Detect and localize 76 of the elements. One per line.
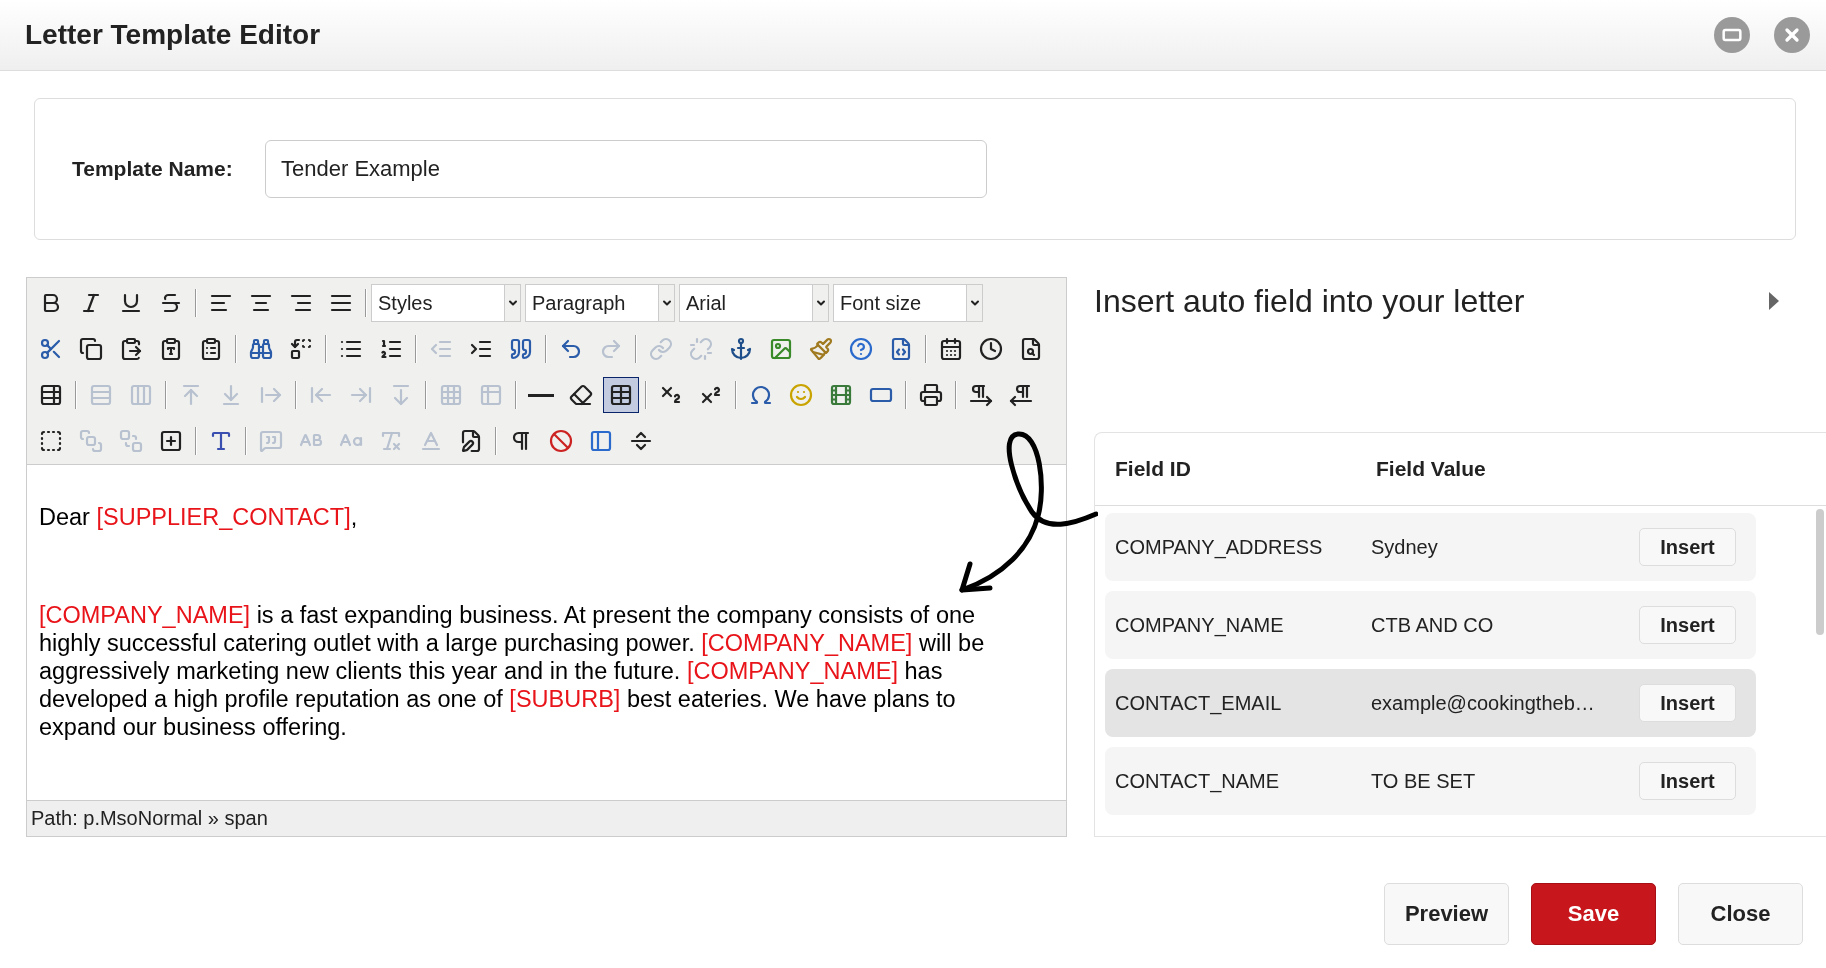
field-row[interactable]: COMPANY_ADDRESS Sydney Insert [1105, 513, 1756, 581]
element-path: Path: p.MsoNormal » span [27, 800, 1066, 836]
link-icon [649, 337, 673, 361]
table-cell-text: COMPANY_ADDRESS [1115, 535, 1324, 559]
field-row[interactable]: CONTACT_EMAIL example@cookingtheb… Insert [1105, 669, 1756, 737]
caret-icon [1768, 291, 1780, 311]
ltr-icon [969, 383, 993, 407]
table-cell-text: TO BE SET [1371, 769, 1477, 793]
insert-button[interactable]: Insert [1639, 528, 1736, 566]
rule-icon [528, 393, 554, 397]
panel-title: Insert auto field into your letter [1094, 282, 1525, 320]
cell-props-icon [129, 383, 153, 407]
image-icon [769, 337, 793, 361]
table-cell-text: example@cookingtheb… [1371, 691, 1596, 715]
help-icon [849, 337, 873, 361]
field-row[interactable]: CONTACT_NAME TO BE SET Insert [1105, 747, 1756, 815]
dropdown-select[interactable]: Arial [679, 284, 829, 322]
insert-button[interactable]: Insert [1639, 762, 1736, 800]
pagebreak-icon [629, 429, 653, 453]
unlink-icon [689, 337, 713, 361]
replace-icon [289, 337, 313, 361]
row-props-icon [89, 383, 113, 407]
time-icon [979, 337, 1003, 361]
rtl-icon [1009, 383, 1033, 407]
expand-toggle[interactable] [1768, 291, 1780, 311]
html-icon [889, 337, 913, 361]
minimize-button[interactable] [1714, 17, 1750, 53]
split-cells-icon [439, 383, 463, 407]
table-cell-text: CONTACT_EMAIL [1115, 691, 1283, 715]
cut-icon [39, 337, 63, 361]
media-icon [829, 383, 853, 407]
scrollbar[interactable] [1816, 509, 1824, 635]
table-edit-icon [39, 383, 63, 407]
insert-button[interactable]: Insert [1639, 606, 1736, 644]
letter-paragraph: [COMPANY_NAME] is a fast expanding business. At present the company consists of one highly successful catering outlet with a large purchasing power. [COMPANY_NAME] will be aggressively marketing new clients this year and in the future. [COMPANY_NAME] has developed a high profile reputation as one of [SUBURB] best eateries. We have plans to expand our business offering. [39, 601, 986, 741]
copy-icon [79, 337, 103, 361]
find-icon [249, 337, 273, 361]
visual-aid-button[interactable] [603, 377, 639, 413]
letter-paragraph: Dear [SUPPLIER_CONTACT], [39, 503, 359, 531]
undo-icon [559, 337, 583, 361]
close-icon [1782, 25, 1802, 45]
preview-icon [1019, 337, 1043, 361]
template-name-label: Template Name: [72, 157, 234, 181]
numbered-list-icon [379, 337, 403, 361]
print-icon [919, 383, 943, 407]
column-header: Field ID [1115, 457, 1192, 481]
column-header: Field Value [1376, 457, 1487, 481]
paste-text-icon [159, 337, 183, 361]
table-cell-text: CONTACT_NAME [1115, 769, 1281, 793]
underline-icon [119, 291, 143, 315]
visual-aid-icon [609, 383, 633, 407]
emoticon-icon [789, 383, 813, 407]
char-map-icon [749, 383, 773, 407]
redo-icon [599, 337, 623, 361]
merge-cells-icon [479, 383, 503, 407]
remove-format-icon [569, 383, 593, 407]
secondary-button[interactable]: Close [1678, 883, 1803, 945]
dropdown-select[interactable]: Paragraph [525, 284, 675, 322]
strikethrough-icon [159, 291, 183, 315]
insert-button[interactable]: Insert [1639, 684, 1736, 722]
table-cell-text: COMPANY_NAME [1115, 613, 1285, 637]
dropdown-select[interactable]: Font size [833, 284, 983, 322]
anchor-icon [729, 337, 753, 361]
close-button[interactable] [1774, 17, 1810, 53]
template-name-field[interactable]: Tender Example [265, 140, 987, 198]
window-title: Letter Template Editor [25, 19, 321, 51]
paste-word-icon [199, 337, 223, 361]
field-row[interactable]: COMPANY_NAME CTB AND CO Insert [1105, 591, 1756, 659]
date-icon [939, 337, 963, 361]
secondary-button[interactable]: Preview [1384, 883, 1509, 945]
table-cell-text: Sydney [1371, 535, 1439, 559]
dropdown-select[interactable]: Styles [371, 284, 521, 322]
table-cell-text: CTB AND CO [1371, 613, 1495, 637]
blockquote-icon [509, 337, 533, 361]
primary-button[interactable]: Save [1531, 883, 1656, 945]
paste-icon [119, 337, 143, 361]
